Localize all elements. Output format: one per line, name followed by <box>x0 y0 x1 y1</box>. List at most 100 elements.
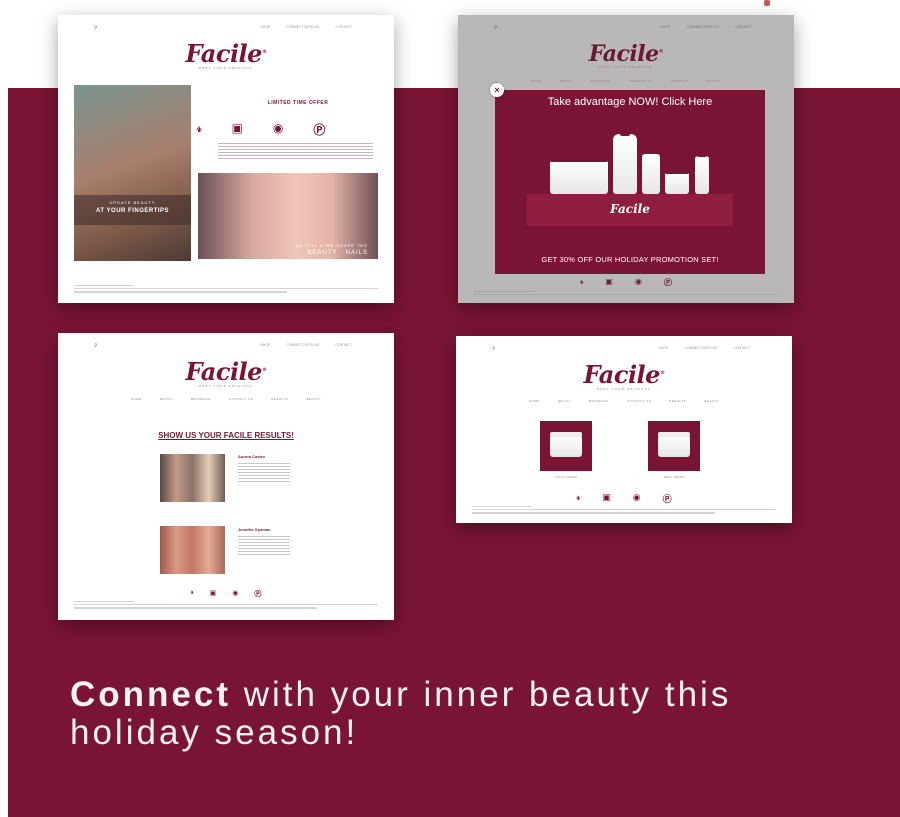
instagram-icon[interactable]: ▣ <box>232 121 243 138</box>
menu-contact[interactable]: CONTACT US <box>629 79 653 83</box>
product-jar-1 <box>550 435 582 457</box>
menu-home[interactable]: HOME <box>531 79 542 83</box>
mockup-popup-page: ⚲ SHOP CONNECT WITH US CONTACT Facile® F… <box>458 15 794 303</box>
brand-logo[interactable]: Facile® FEEL YOUR ORIGINAL <box>58 39 394 70</box>
footer-text <box>74 601 378 611</box>
product-card-1[interactable] <box>540 421 592 471</box>
menu-home[interactable]: HOME <box>131 397 142 401</box>
facebook-icon[interactable]: ◉ <box>633 492 641 505</box>
twitter-icon[interactable]: 𝓇 <box>191 589 194 599</box>
twitter-icon[interactable]: 𝓇 <box>197 121 202 138</box>
menu-beauty[interactable]: BEAUTY <box>706 79 721 83</box>
logo-tagline: FEEL YOUR ORIGINAL <box>199 384 253 388</box>
headline-bold: Connect <box>70 675 231 714</box>
search-icon[interactable]: ⚲ <box>94 343 98 349</box>
facebook-icon[interactable]: ◉ <box>635 277 642 288</box>
result-name-2: Jennifer Guzman <box>238 527 271 532</box>
menu-branding[interactable]: BRANDING <box>591 79 611 83</box>
instagram-icon[interactable]: ▣ <box>602 492 611 505</box>
nav-contact[interactable]: CONTACT <box>733 346 750 350</box>
corner-mark <box>764 0 770 6</box>
nav-contact[interactable]: CONTACT <box>335 25 352 29</box>
jar-lid <box>550 156 608 162</box>
logo-tagline: FEEL YOUR ORIGINAL <box>597 387 651 391</box>
menu-results[interactable]: RESULTS <box>669 399 686 403</box>
main-menu: HOME RETAIL BRANDING CONTACT US RESULTS … <box>458 79 794 83</box>
logo-text: Facile <box>185 357 263 386</box>
pinterest-icon[interactable]: Ⓟ <box>313 121 325 138</box>
brand-logo[interactable]: Facile® FEEL YOUR ORIGINAL <box>456 360 792 391</box>
nails-caption-line2: BEAUTY · NAILS <box>307 250 368 256</box>
instagram-icon[interactable]: ▣ <box>210 589 217 599</box>
nav-contact[interactable]: CONTACT <box>335 343 352 347</box>
menu-branding[interactable]: BRANDING <box>589 399 609 403</box>
nav-shop[interactable]: SHOP <box>660 25 670 29</box>
product-name-2[interactable]: BODY CREAM <box>648 475 700 479</box>
menu-retail[interactable]: RETAIL <box>160 397 173 401</box>
search-icon[interactable]: ⚲ <box>494 25 498 31</box>
product-lid-1 <box>550 432 582 437</box>
tube-cap <box>697 150 707 157</box>
menu-results[interactable]: RESULTS <box>671 79 688 83</box>
twitter-icon[interactable]: 𝓇 <box>576 492 580 505</box>
nails-caption-line1: WE FILL & WE SHAPE THE <box>295 243 368 248</box>
social-links: 𝓇 ▣ ◉ Ⓟ <box>456 492 792 505</box>
nav-connect[interactable]: CONNECT WITH US <box>286 343 319 347</box>
top-nav: SHOP CONNECT WITH US CONTACT <box>658 346 750 350</box>
product-gift-box: Facile <box>527 194 733 226</box>
pinterest-icon[interactable]: Ⓟ <box>663 492 672 505</box>
headline-rest: with your inner beauty this <box>231 675 732 714</box>
nav-connect[interactable]: CONNECT WITH US <box>286 25 319 29</box>
headline-line2: holiday season! <box>70 713 359 752</box>
twitter-icon[interactable]: 𝓇 <box>580 277 583 288</box>
logo-text: Facile <box>583 360 661 389</box>
menu-retail[interactable]: RETAIL <box>558 399 571 403</box>
lotion-bottle <box>613 134 637 194</box>
facebook-icon[interactable]: ◉ <box>232 589 238 599</box>
nav-connect[interactable]: CONNECT WITH US <box>684 346 717 350</box>
results-title: SHOW US YOUR FACILE RESULTS! <box>158 431 294 440</box>
nav-shop[interactable]: SHOP <box>260 25 270 29</box>
search-icon[interactable]: ⚲ <box>492 346 496 352</box>
before-after-photo-2 <box>160 526 225 574</box>
nav-contact[interactable]: CONTACT <box>735 25 752 29</box>
search-icon[interactable]: ⚲ <box>94 25 98 31</box>
logo-tagline: FEEL YOUR ORIGINAL <box>599 65 653 69</box>
logo-tagline: FEEL YOUR ORIGINAL <box>199 66 253 70</box>
menu-branding[interactable]: BRANDING <box>191 397 211 401</box>
promo-text: GET 30% OFF OUR HOLIDAY PROMOTION SET! <box>541 255 719 264</box>
instagram-icon[interactable]: ▣ <box>605 277 613 288</box>
serum-bottle <box>642 154 660 194</box>
menu-results[interactable]: RESULTS <box>271 397 288 401</box>
social-links: 𝓇 ▣ ◉ Ⓟ <box>58 589 394 599</box>
menu-contact[interactable]: CONTACT US <box>627 399 651 403</box>
menu-contact[interactable]: CONTACT US <box>229 397 253 401</box>
popup-title-link[interactable]: Take advantage NOW! Click Here <box>495 96 765 108</box>
facebook-icon[interactable]: ◉ <box>273 121 283 138</box>
nav-connect[interactable]: CONNECT WITH US <box>686 25 719 29</box>
hero-portrait-image <box>74 85 191 261</box>
before-after-photo-1 <box>160 454 225 502</box>
bottle-cap <box>620 122 630 136</box>
nav-shop[interactable]: SHOP <box>260 343 270 347</box>
menu-retail[interactable]: RETAIL <box>560 79 573 83</box>
top-nav: SHOP CONNECT WITH US CONTACT <box>260 25 352 29</box>
brand-logo[interactable]: Facile® FEEL YOUR ORIGINAL <box>58 357 394 388</box>
footer-text <box>472 506 776 516</box>
close-icon[interactable]: × <box>490 83 504 97</box>
result-name-1: Aurora Castro <box>238 454 265 459</box>
menu-beauty[interactable]: BEAUTY <box>306 397 321 401</box>
pinterest-icon[interactable]: Ⓟ <box>254 589 261 599</box>
nav-shop[interactable]: SHOP <box>658 346 668 350</box>
promo-popup[interactable]: Take advantage NOW! Click Here Facile GE… <box>495 90 765 274</box>
product-card-2[interactable] <box>648 421 700 471</box>
menu-home[interactable]: HOME <box>529 399 540 403</box>
pinterest-icon[interactable]: Ⓟ <box>664 277 672 288</box>
product-name-1[interactable]: FACIAL CREAM <box>540 475 592 479</box>
menu-beauty[interactable]: BEAUTY <box>704 399 719 403</box>
brand-logo[interactable]: Facile® FEEL YOUR ORIGINAL <box>458 41 794 69</box>
offer-title: LIMITED TIME OFFER <box>267 100 329 106</box>
footer-text <box>474 291 778 297</box>
mockup-home-page: ⚲ SHOP CONNECT WITH US CONTACT Facile® F… <box>58 15 394 303</box>
offer-description <box>218 143 373 161</box>
